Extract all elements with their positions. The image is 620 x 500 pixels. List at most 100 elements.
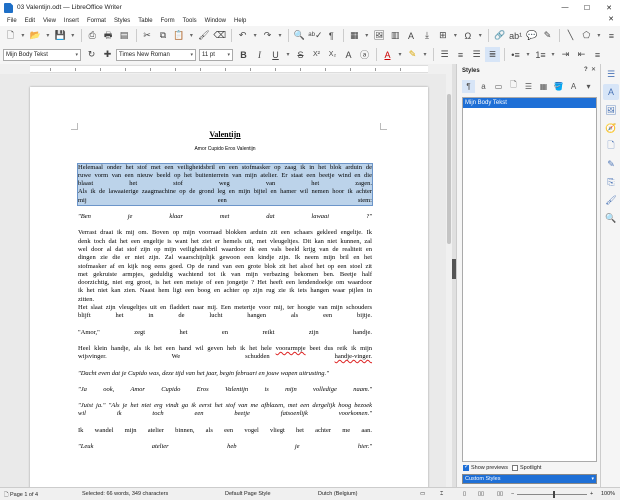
superscript-icon[interactable]: X²: [309, 47, 324, 62]
open-dropdown-icon[interactable]: ▾: [44, 28, 52, 43]
menu-file[interactable]: File: [3, 18, 21, 24]
navigator-deck-icon[interactable]: 🧭: [603, 120, 619, 136]
toolbar-overflow-icon[interactable]: ≡: [604, 28, 619, 43]
shapes-dropdown-icon[interactable]: ▾: [595, 28, 603, 43]
insert-page-break-icon[interactable]: ⤓: [420, 28, 435, 43]
font-color-icon[interactable]: A: [380, 47, 395, 62]
redo-icon[interactable]: ↷: [260, 28, 275, 43]
open-icon[interactable]: 📂: [28, 28, 43, 43]
paragraph-style-combo[interactable]: Mijn Body Tekst ▾: [3, 48, 81, 61]
copy-icon[interactable]: ⧉: [155, 28, 170, 43]
highlighting-icon[interactable]: ✎: [405, 47, 420, 62]
track-changes-icon[interactable]: ✎: [540, 28, 555, 43]
spelling-error-word[interactable]: voorarmpje: [276, 345, 306, 352]
font-name-combo[interactable]: Times New Roman ▾: [116, 48, 196, 61]
italic-icon[interactable]: I: [252, 47, 267, 62]
zoom-in-icon[interactable]: +: [590, 491, 593, 497]
scrollbar-thumb[interactable]: [447, 94, 451, 244]
font-color-dropdown-icon[interactable]: ▾: [396, 47, 404, 62]
character-styles-icon[interactable]: a: [477, 80, 490, 93]
sidebar-menu-icon[interactable]: ☰: [603, 66, 619, 82]
styles-actions-icon[interactable]: ▾: [582, 80, 595, 93]
highlight-dropdown-icon[interactable]: ▾: [421, 47, 429, 62]
menu-view[interactable]: View: [39, 18, 60, 24]
language-indicator[interactable]: Dutch (Belgium): [318, 491, 357, 497]
print-preview-icon[interactable]: ▤: [117, 28, 132, 43]
underline-dropdown-icon[interactable]: ▾: [284, 47, 292, 62]
more-options-icon[interactable]: ?: [584, 67, 588, 73]
zoom-out-icon[interactable]: −: [511, 491, 514, 497]
find-deck-icon[interactable]: 🔍: [603, 210, 619, 226]
menu-help[interactable]: Help: [230, 18, 250, 24]
style-item[interactable]: Mijn Body Tekst: [463, 98, 596, 108]
undo-icon[interactable]: ↶: [235, 28, 250, 43]
special-character-dropdown-icon[interactable]: ▾: [476, 28, 484, 43]
paragraph-styles-icon[interactable]: ¶: [462, 79, 475, 93]
frame-styles-icon[interactable]: ▭: [492, 80, 505, 93]
comment-icon[interactable]: 💬: [524, 28, 539, 43]
footnote-icon[interactable]: ab¹: [508, 28, 523, 43]
paste-icon[interactable]: 📋: [171, 28, 186, 43]
show-previews-checkbox[interactable]: [463, 463, 469, 471]
clone-formatting-icon[interactable]: 🖌: [196, 28, 211, 43]
menu-edit[interactable]: Edit: [21, 18, 39, 24]
insert-field-icon[interactable]: ⊞: [435, 28, 450, 43]
subscript-icon[interactable]: X₂: [325, 47, 340, 62]
font-size-combo[interactable]: 11 pt ▾: [199, 48, 233, 61]
style-filter-select[interactable]: Custom Styles ▾: [462, 474, 597, 484]
insert-line-icon[interactable]: ╲: [563, 28, 578, 43]
list-styles-icon[interactable]: ☰: [522, 80, 535, 93]
minimize-button[interactable]: —: [554, 0, 576, 15]
align-left-icon[interactable]: ☰: [437, 47, 452, 62]
close-document-icon[interactable]: ✕: [608, 15, 614, 23]
selection-mode-icon[interactable]: ⌶: [440, 491, 443, 498]
new-style-from-selection-icon[interactable]: A: [567, 80, 580, 93]
hyperlink-icon[interactable]: 🔗: [492, 28, 507, 43]
bold-icon[interactable]: B: [236, 47, 251, 62]
document-page[interactable]: Valentijn Amor Cupido Eros Valentijn Hel…: [30, 87, 428, 487]
save-icon[interactable]: 💾: [53, 28, 68, 43]
insert-special-character-icon[interactable]: Ω: [460, 28, 475, 43]
page-number-indicator[interactable]: 🗋 Page 1 of 4: [4, 491, 38, 500]
menu-tools[interactable]: Tools: [179, 18, 201, 24]
manage-changes-deck-icon[interactable]: ⎘: [603, 174, 619, 190]
new-document-icon[interactable]: 🗋: [3, 28, 18, 43]
formatting-marks-icon[interactable]: ¶: [324, 28, 339, 43]
close-button[interactable]: ✕: [598, 0, 620, 15]
menu-form[interactable]: Form: [157, 18, 179, 24]
bullets-dropdown-icon[interactable]: ▾: [524, 47, 532, 62]
align-right-icon[interactable]: ☰: [469, 47, 484, 62]
menu-table[interactable]: Table: [134, 18, 156, 24]
close-sidebar-icon[interactable]: ✕: [591, 67, 596, 73]
decrease-indent-icon[interactable]: ⇤: [574, 47, 589, 62]
insert-chart-icon[interactable]: ▥: [388, 28, 403, 43]
underline-icon[interactable]: U: [268, 47, 283, 62]
print-icon[interactable]: 🖶: [101, 28, 116, 43]
increase-indent-icon[interactable]: ⇥: [558, 47, 573, 62]
page-style-indicator[interactable]: Default Page Style: [225, 491, 271, 497]
align-center-icon[interactable]: ≡: [453, 47, 468, 62]
design-deck-icon[interactable]: 🖌: [603, 192, 619, 208]
update-style-icon[interactable]: ↻: [84, 47, 99, 62]
menu-window[interactable]: Window: [201, 18, 230, 24]
menu-insert[interactable]: Insert: [60, 18, 83, 24]
numbered-list-icon[interactable]: 1≡: [533, 47, 548, 62]
zoom-slider-knob[interactable]: [553, 491, 555, 498]
fill-format-icon[interactable]: 🪣: [552, 80, 565, 93]
table-dropdown-icon[interactable]: ▾: [363, 28, 371, 43]
table-styles-icon[interactable]: ▦: [537, 80, 550, 93]
style-inspector-deck-icon[interactable]: ✎: [603, 156, 619, 172]
save-dropdown-icon[interactable]: ▾: [69, 28, 77, 43]
new-dropdown-icon[interactable]: ▾: [19, 28, 27, 43]
new-style-icon[interactable]: ✚: [100, 47, 115, 62]
spelling-icon[interactable]: ᵃᵇ✓: [308, 28, 323, 43]
single-page-view-icon[interactable]: ▯: [463, 491, 466, 497]
styles-list[interactable]: Mijn Body Tekst: [462, 97, 597, 462]
document-area[interactable]: Valentijn Amor Cupido Eros Valentijn Hel…: [0, 74, 452, 487]
undo-dropdown-icon[interactable]: ▾: [251, 28, 259, 43]
insert-textbox-icon[interactable]: A: [404, 28, 419, 43]
properties-deck-icon[interactable]: 🖼: [603, 102, 619, 118]
shadow-icon[interactable]: A: [341, 47, 356, 62]
spotlight-checkbox[interactable]: [512, 465, 518, 471]
outline-icon[interactable]: ⓐ: [357, 47, 372, 62]
